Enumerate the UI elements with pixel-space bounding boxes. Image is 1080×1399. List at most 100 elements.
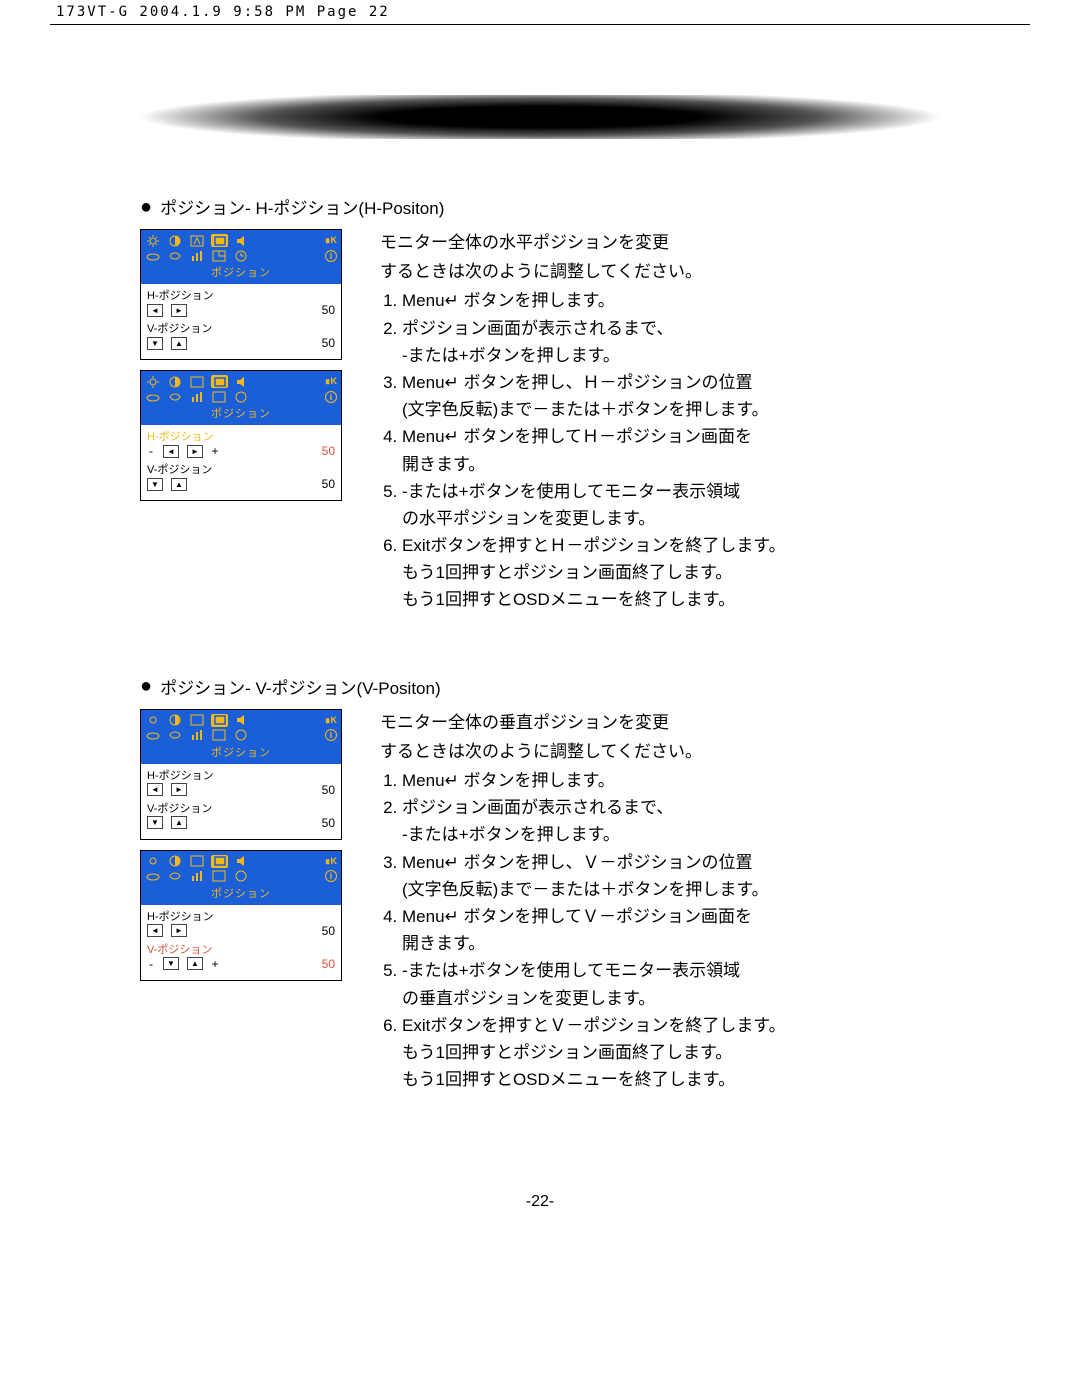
info-icon: i: [325, 391, 337, 403]
v-pos-value: 50: [322, 816, 335, 830]
v-title-text: ポジション- V-ポジション(V-Positon): [160, 674, 441, 699]
h-intro-2: するときは次のように調整してください。: [380, 258, 940, 285]
v-intro-1: モニター全体の垂直ポジションを変更: [380, 709, 940, 736]
h-intro-1: モニター全体の水平ポジションを変更: [380, 229, 940, 256]
color-icon: [167, 249, 182, 262]
up-arrow-icon: ▲: [171, 478, 187, 491]
v-pos-label: V-ポジション: [147, 320, 335, 336]
v-pos-value: 50: [322, 336, 335, 350]
osd-title: ポジション: [145, 264, 337, 282]
bars-icon: [189, 729, 204, 742]
osd-h-1: ∎K: [140, 229, 342, 360]
window-icon: [211, 729, 226, 742]
title-bar: [140, 95, 940, 139]
speaker-icon: [235, 855, 250, 868]
h-pos-value: 50: [322, 924, 335, 938]
step-item: Menu↵ ボタンを押し、Ｈ－ポジションの位置(文字色反転)まで－または＋ボタン…: [402, 369, 940, 423]
up-arrow-icon: ▲: [171, 337, 187, 350]
color-icon: [167, 729, 182, 742]
up-arrow-icon: ▲: [171, 816, 187, 829]
speaker-icon: [235, 714, 250, 727]
contrast-icon: [167, 375, 182, 388]
brightness-icon: [145, 714, 160, 727]
auto-icon: [189, 234, 204, 247]
position-icon: [211, 234, 228, 247]
clock-icon: [233, 249, 248, 262]
h-pos-value: 50: [322, 303, 335, 317]
bars-icon: [189, 870, 204, 883]
h-pos-label: H-ポジション: [147, 287, 335, 303]
auto-icon: [189, 375, 204, 388]
step-item: Menu↵ ボタンを押し、Ｖ－ポジションの位置(文字色反転)まで－または＋ボタン…: [402, 849, 940, 903]
down-arrow-icon: ▼: [163, 957, 179, 970]
down-arrow-icon: ▼: [147, 816, 163, 829]
contrast-icon: [167, 855, 182, 868]
brightness-icon: [145, 234, 160, 247]
info-icon: i: [325, 870, 337, 882]
step-item: -または+ボタンを使用してモニター表示領域の垂直ポジションを変更します。: [402, 957, 940, 1011]
left-arrow-icon: ◄: [147, 783, 163, 796]
v-instructions: モニター全体の垂直ポジションを変更 するときは次のように調整してください。 Me…: [380, 709, 940, 1094]
h-pos-label: H-ポジション: [147, 908, 335, 924]
right-arrow-icon: ►: [187, 445, 203, 458]
osd-v-1: ∎K i ポジション H-ポジション: [140, 709, 342, 840]
h-section-title: ● ポジション- H-ポジション(H-Positon): [140, 194, 940, 219]
osd-title: ポジション: [145, 744, 337, 762]
ok-label: ∎K: [325, 376, 337, 387]
h-title-text: ポジション- H-ポジション(H-Positon): [160, 194, 444, 219]
right-arrow-icon: ►: [171, 304, 187, 317]
left-arrow-icon: ◄: [147, 304, 163, 317]
ok-label: ∎K: [325, 235, 337, 246]
bars-icon: [189, 249, 204, 262]
position-icon: [211, 714, 228, 727]
h-steps-list: Menu↵ ボタンを押します。ポジション画面が表示されるまで、-または+ボタンを…: [380, 287, 940, 613]
v-steps-list: Menu↵ ボタンを押します。ポジション画面が表示されるまで、-または+ボタンを…: [380, 767, 940, 1093]
window-icon: [211, 249, 226, 262]
step-item: Exitボタンを押すとＨ－ポジションを終了します。もう1回押すとポジション画面終…: [402, 532, 940, 614]
contrast-icon: [167, 234, 182, 247]
step-item: ポジション画面が表示されるまで、-または+ボタンを押します。: [402, 794, 940, 848]
left-arrow-icon: ◄: [163, 445, 179, 458]
window-icon: [211, 390, 226, 403]
step-item: -または+ボタンを使用してモニター表示領域の水平ポジションを変更します。: [402, 478, 940, 532]
position-icon: [211, 375, 228, 388]
page-number: -22-: [140, 1193, 940, 1251]
auto-icon: [189, 714, 204, 727]
v-pos-value: 50: [322, 477, 335, 491]
right-arrow-icon: ►: [171, 783, 187, 796]
bars-icon: [189, 390, 204, 403]
clock-icon: [233, 390, 248, 403]
v-pos-label-hl: V-ポジション: [147, 941, 335, 957]
ok-label: ∎K: [325, 715, 337, 726]
down-arrow-icon: ▼: [147, 478, 163, 491]
contrast-icon: [167, 714, 182, 727]
osd-v-2: ∎K i ポジション H-ポジション: [140, 850, 342, 981]
h-pos-value-hl: 50: [322, 444, 335, 458]
v-pos-label: V-ポジション: [147, 800, 335, 816]
cloud-icon: [145, 729, 160, 742]
v-pos-label: V-ポジション: [147, 461, 335, 477]
step-item: ポジション画面が表示されるまで、-または+ボタンを押します。: [402, 315, 940, 369]
clock-icon: [233, 729, 248, 742]
step-item: Menu↵ ボタンを押します。: [402, 767, 940, 794]
color-icon: [167, 870, 182, 883]
step-item: Exitボタンを押すとＶ－ポジションを終了します。もう1回押すとポジション画面終…: [402, 1012, 940, 1094]
osd-title: ポジション: [145, 885, 337, 903]
window-icon: [211, 870, 226, 883]
brightness-icon: [145, 375, 160, 388]
left-arrow-icon: ◄: [147, 924, 163, 937]
brightness-icon: [145, 855, 160, 868]
ok-label: ∎K: [325, 856, 337, 867]
v-intro-2: するときは次のように調整してください。: [380, 738, 940, 765]
h-pos-label: H-ポジション: [147, 767, 335, 783]
step-item: Menu↵ ボタンを押してＨ－ポジション画面を開きます。: [402, 423, 940, 477]
h-pos-label-hl: H-ポジション: [147, 428, 335, 444]
position-icon: [211, 855, 228, 868]
cloud-icon: [145, 249, 160, 262]
v-section-title: ● ポジション- V-ポジション(V-Positon): [140, 674, 940, 699]
info-icon: i: [325, 729, 337, 741]
auto-icon: [189, 855, 204, 868]
up-arrow-icon: ▲: [187, 957, 203, 970]
step-item: Menu↵ ボタンを押します。: [402, 287, 940, 314]
right-arrow-icon: ►: [171, 924, 187, 937]
